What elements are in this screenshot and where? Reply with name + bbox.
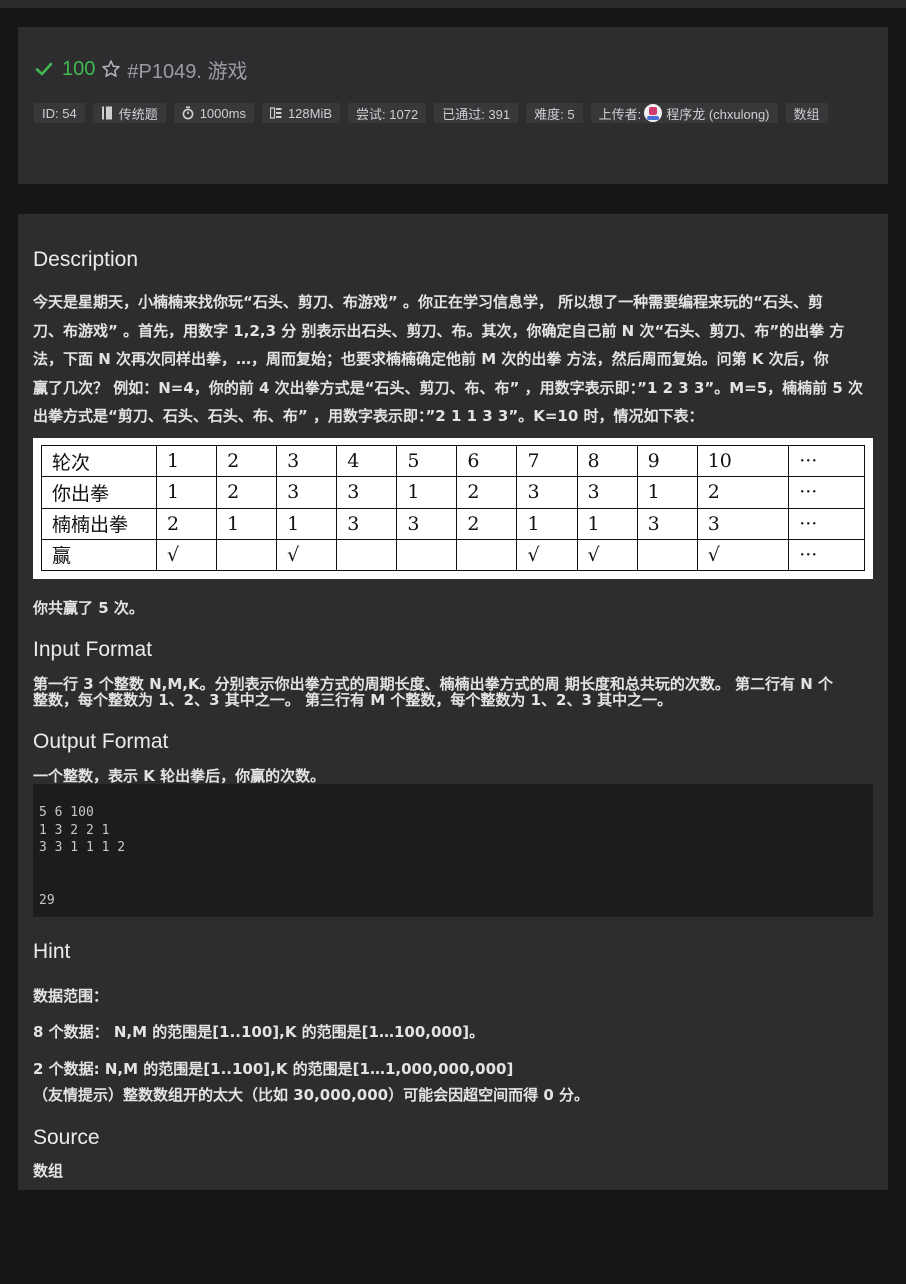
tag-category[interactable]: 数组: [785, 103, 828, 123]
tag-accepted: 已通过: 391: [434, 103, 519, 123]
output-format-heading: Output Format: [33, 730, 169, 753]
rounds-table: 轮次 1 2 3 4 5 6 7 8 9 10 ··· 你出拳 1 2 3 3 …: [41, 444, 865, 572]
description-heading: Description: [33, 248, 139, 271]
memory-icon: [269, 106, 282, 120]
hint-line-3: （友情提示）整数数组开的太大（比如 30,000,000）可能会因超空间而得 0…: [33, 1086, 589, 1104]
description-text: 今天是星期天，小楠楠来找你玩“石头、剪刀、布游戏” 。你正在学习信息学， 所以想…: [33, 293, 864, 425]
problem-content-card: Description 今天是星期天，小楠楠来找你玩“石头、剪刀、布游戏” 。你…: [18, 214, 888, 1190]
hint-range-label: 数据范围：: [33, 987, 109, 1005]
stopwatch-icon: [182, 106, 194, 120]
problem-title-row: 100 #P1049. 游戏: [34, 57, 248, 83]
top-bar: [0, 0, 906, 8]
file-icon: [101, 106, 113, 120]
table-row: 楠楠出拳 2 1 1 3 3 2 1 1 3 3 ···: [41, 507, 865, 540]
tag-id: ID: 54: [34, 103, 85, 123]
hint-line-1: 8 个数据： N,M 的范围是[1..100],K 的范围是[1…100,000…: [33, 1023, 485, 1041]
problem-title: #P1049. 游戏: [127, 60, 248, 83]
input-format-text: 第一行 3 个整数 N,M,K。分别表示你出拳方式的周期长度、楠楠出拳方式的周 …: [33, 675, 834, 709]
avatar[interactable]: [644, 104, 663, 122]
output-format-text: 一个整数，表示 K 轮出拳后，你赢的次数。: [33, 767, 326, 785]
source-heading: Source: [33, 1126, 100, 1149]
tag-attempts: 尝试: 1072: [348, 103, 427, 123]
score-link[interactable]: 100: [62, 58, 95, 81]
tag-time-limit: 1000ms: [173, 103, 254, 123]
problem-header-card: 100 #P1049. 游戏 ID: 54 传统题 1000ms 128MiB …: [18, 27, 888, 184]
table-row: 你出拳 1 2 3 3 1 2 3 3 1 2 ···: [41, 476, 865, 509]
rounds-table-image: 轮次 1 2 3 4 5 6 7 8 9 10 ··· 你出拳 1 2 3 3 …: [33, 438, 873, 579]
problem-meta-tags: ID: 54 传统题 1000ms 128MiB 尝试: 1072 已通过: 3…: [34, 103, 878, 123]
uploader-name-link[interactable]: 程序龙 (chxulong): [666, 104, 769, 123]
table-row: 赢 √ √ √ √ √ ···: [41, 538, 865, 572]
tag-uploader: 上传者: 程序龙 (chxulong): [590, 103, 778, 123]
tag-type: 传统题: [92, 103, 166, 123]
tag-memory-limit: 128MiB: [261, 103, 341, 123]
hint-heading: Hint: [33, 940, 71, 963]
sample-code-block[interactable]: 5 6 100 1 3 2 2 13 3 1 1 1 2 29: [33, 784, 873, 917]
table-row: 轮次 1 2 3 4 5 6 7 8 9 10 ···: [41, 444, 865, 478]
source-tag-link[interactable]: 数组: [33, 1163, 873, 1179]
result-text: 你共赢了 5 次。: [33, 599, 144, 617]
star-icon[interactable]: [101, 59, 121, 79]
tag-difficulty: 难度: 5: [526, 103, 583, 123]
hint-line-2: 2 个数据: N,M 的范围是[1..100],K 的范围是[1…1,000,0…: [33, 1060, 514, 1078]
input-format-heading: Input Format: [33, 638, 153, 661]
check-icon: [34, 59, 54, 79]
